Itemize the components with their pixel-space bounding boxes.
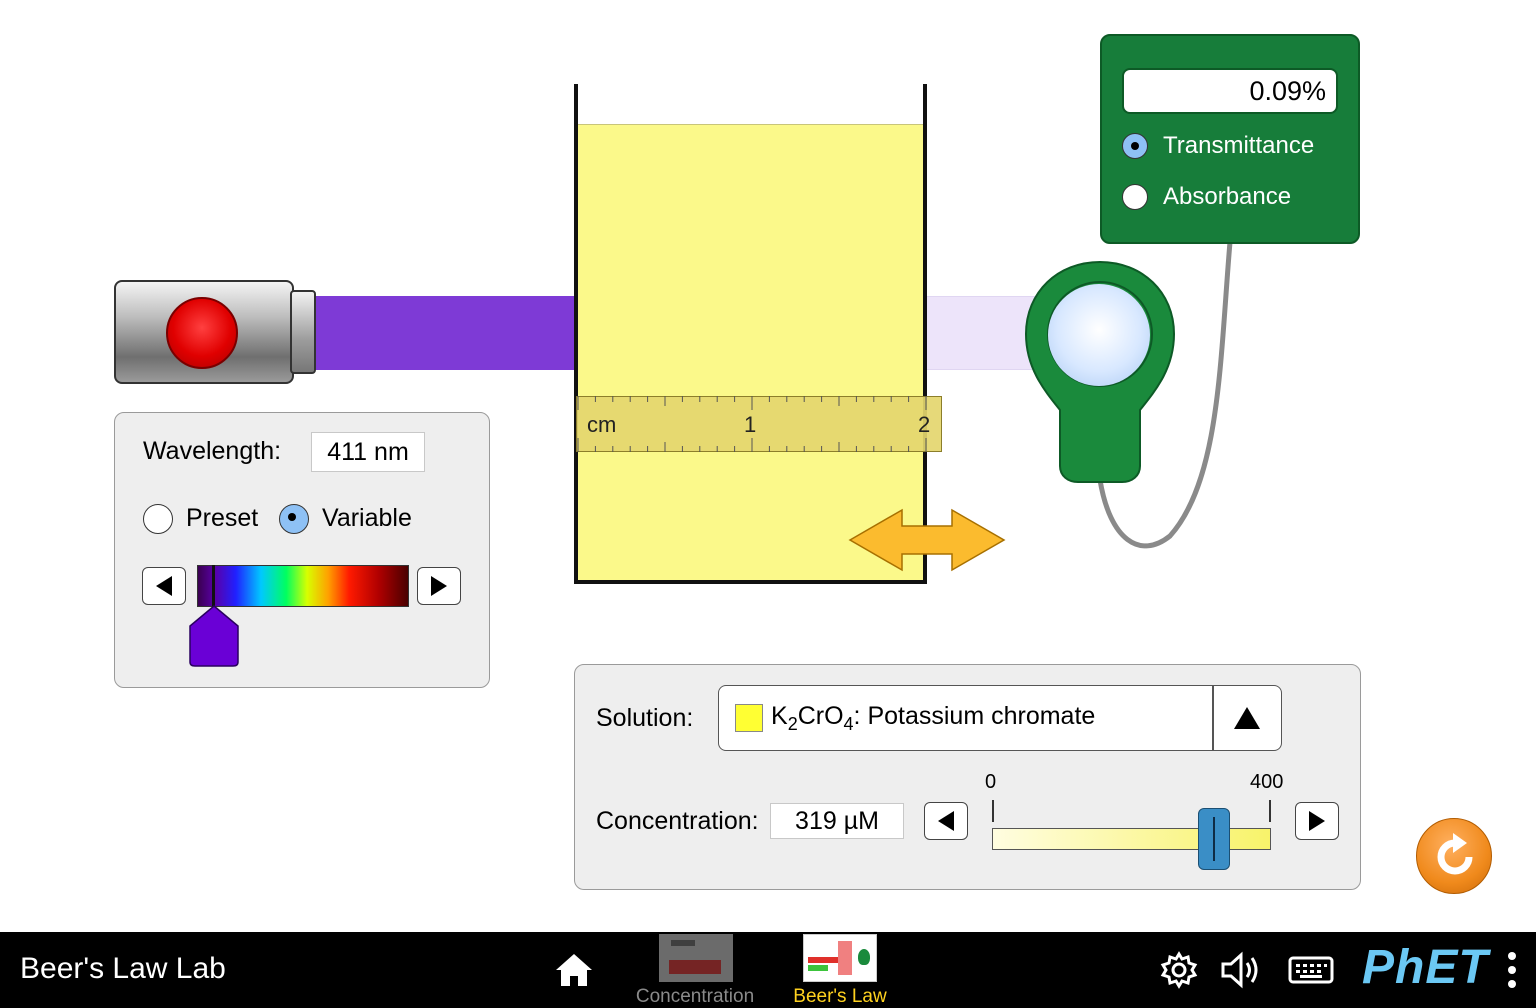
- wavelength-slider-thumb[interactable]: [188, 604, 240, 668]
- transmittance-radio[interactable]: [1122, 133, 1148, 159]
- cuvette-width-handle[interactable]: [848, 508, 1006, 572]
- concentration-value: 319 µM: [770, 803, 904, 839]
- right-arrow-icon: [1309, 811, 1325, 831]
- wavelength-value: 411 nm: [311, 432, 425, 472]
- combo-divider: [1212, 686, 1214, 750]
- variable-radio[interactable]: [279, 504, 309, 534]
- reset-icon: [1437, 833, 1473, 875]
- screen-label-concentration: Concentration: [635, 986, 755, 1007]
- phet-logo[interactable]: PhET: [1362, 940, 1489, 995]
- variable-label[interactable]: Variable: [322, 504, 412, 533]
- speaker-icon[interactable]: [1220, 951, 1266, 989]
- ruler-ticks: [577, 396, 927, 452]
- concentration-screen-thumbnail: [659, 934, 733, 982]
- keyboard-icon[interactable]: [1288, 954, 1334, 986]
- detector-readout: 0.09%: [1122, 68, 1338, 114]
- left-arrow-icon: [156, 576, 172, 596]
- ruler-unit-label: cm: [587, 412, 617, 437]
- left-arrow-icon: [938, 811, 954, 831]
- light-toggle-button[interactable]: [166, 297, 238, 369]
- reset-all-button[interactable]: [1416, 818, 1492, 894]
- light-source-nozzle: [290, 290, 316, 374]
- concentration-slider-thumb[interactable]: [1198, 808, 1230, 870]
- cuvette-bottom: [574, 580, 927, 584]
- transmittance-label[interactable]: Transmittance: [1163, 132, 1314, 160]
- app-title: Beer's Law Lab: [20, 952, 226, 985]
- wavelength-spectrum-slider[interactable]: [197, 565, 409, 607]
- concentration-increase-button[interactable]: [1295, 802, 1339, 840]
- screen-label-beers-law: Beer's Law: [793, 986, 887, 1007]
- spectrum-marker: [212, 565, 215, 607]
- wavelength-decrease-button[interactable]: [142, 567, 186, 605]
- gear-icon[interactable]: [1160, 951, 1198, 989]
- light-beam: [316, 296, 578, 370]
- preset-radio[interactable]: [143, 504, 173, 534]
- concentration-min-label: 0: [985, 771, 997, 793]
- right-arrow-icon: [431, 576, 447, 596]
- ruler-label-1: 1: [744, 412, 757, 437]
- solution-label: Solution:: [596, 704, 694, 732]
- screen-tab-beers-law[interactable]: Beer's Law: [784, 934, 896, 1008]
- absorbance-label[interactable]: Absorbance: [1163, 183, 1291, 211]
- preset-label[interactable]: Preset: [186, 504, 258, 533]
- combo-up-arrow-icon[interactable]: [1232, 704, 1262, 732]
- home-icon[interactable]: [554, 952, 594, 988]
- slider-min-tick: [992, 800, 994, 822]
- solution-name: K2CrO4: Potassium chromate: [771, 702, 1096, 734]
- screen-tab-concentration[interactable]: Concentration: [630, 934, 760, 1008]
- wavelength-label: Wavelength:: [143, 437, 282, 465]
- concentration-max-label: 400: [1250, 771, 1284, 793]
- vertical-dots-icon[interactable]: [1504, 950, 1520, 990]
- absorbance-radio[interactable]: [1122, 184, 1148, 210]
- ruler-label-2: 2: [918, 412, 931, 437]
- cuvette-left-wall: [574, 84, 578, 584]
- beers-law-screen-thumbnail: [803, 934, 877, 982]
- detector-lens: [1048, 284, 1150, 386]
- solution-swatch: [735, 704, 763, 732]
- concentration-decrease-button[interactable]: [924, 802, 968, 840]
- wavelength-increase-button[interactable]: [417, 567, 461, 605]
- slider-max-tick: [1269, 800, 1271, 822]
- concentration-label: Concentration:: [596, 807, 759, 835]
